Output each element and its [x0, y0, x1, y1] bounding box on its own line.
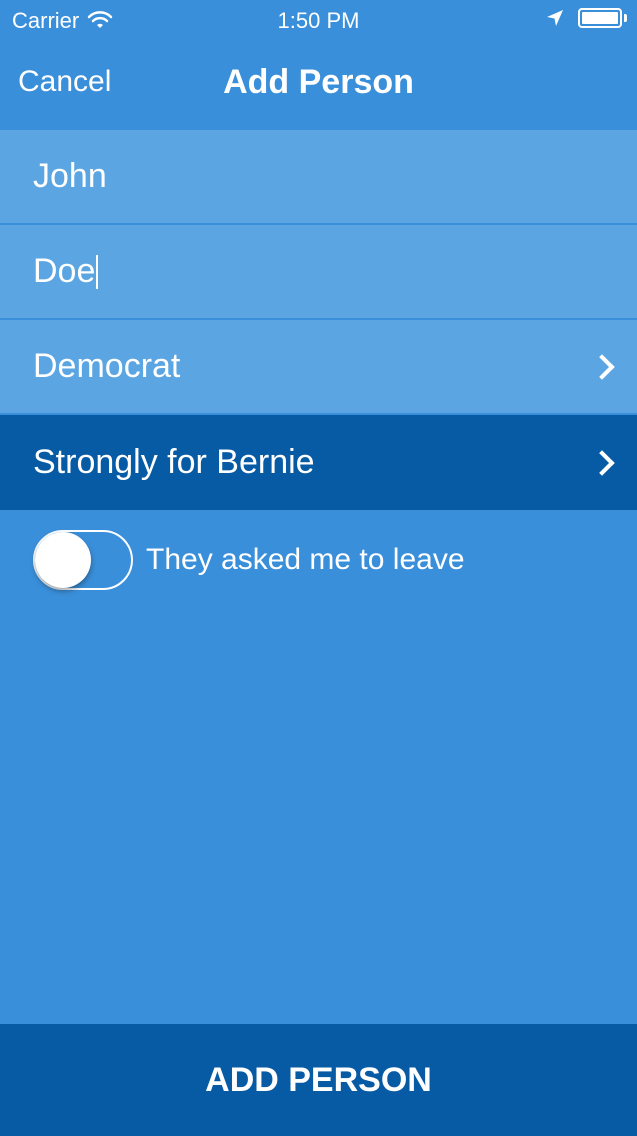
- status-bar: Carrier 1:50 PM: [0, 0, 637, 40]
- party-select-row[interactable]: Democrat: [0, 320, 637, 415]
- status-right: [546, 8, 627, 28]
- nav-bar: Cancel Add Person: [0, 40, 637, 130]
- party-value: Democrat: [33, 347, 181, 385]
- last-name-field[interactable]: Doe: [33, 252, 99, 291]
- status-time: 1:50 PM: [277, 8, 360, 33]
- support-value: Strongly for Bernie: [33, 443, 315, 481]
- leave-toggle-row: They asked me to leave: [33, 530, 465, 590]
- cancel-button[interactable]: Cancel: [18, 65, 111, 99]
- last-name-value: Doe: [33, 252, 96, 290]
- location-arrow-icon: [547, 10, 563, 26]
- last-name-row: Doe: [0, 225, 637, 320]
- chevron-right-icon: [589, 353, 615, 380]
- leave-toggle-label: They asked me to leave: [146, 543, 465, 576]
- text-cursor: [96, 254, 99, 289]
- battery-tip: [624, 14, 627, 22]
- chevron-right-icon: [589, 449, 615, 476]
- first-name-row: [0, 130, 637, 225]
- first-name-field[interactable]: [33, 157, 593, 196]
- leave-toggle[interactable]: [33, 530, 133, 590]
- support-select-row[interactable]: Strongly for Bernie: [0, 415, 637, 510]
- add-person-button[interactable]: ADD PERSON: [0, 1024, 637, 1136]
- toggle-knob: [35, 532, 91, 588]
- battery-icon: [578, 8, 622, 28]
